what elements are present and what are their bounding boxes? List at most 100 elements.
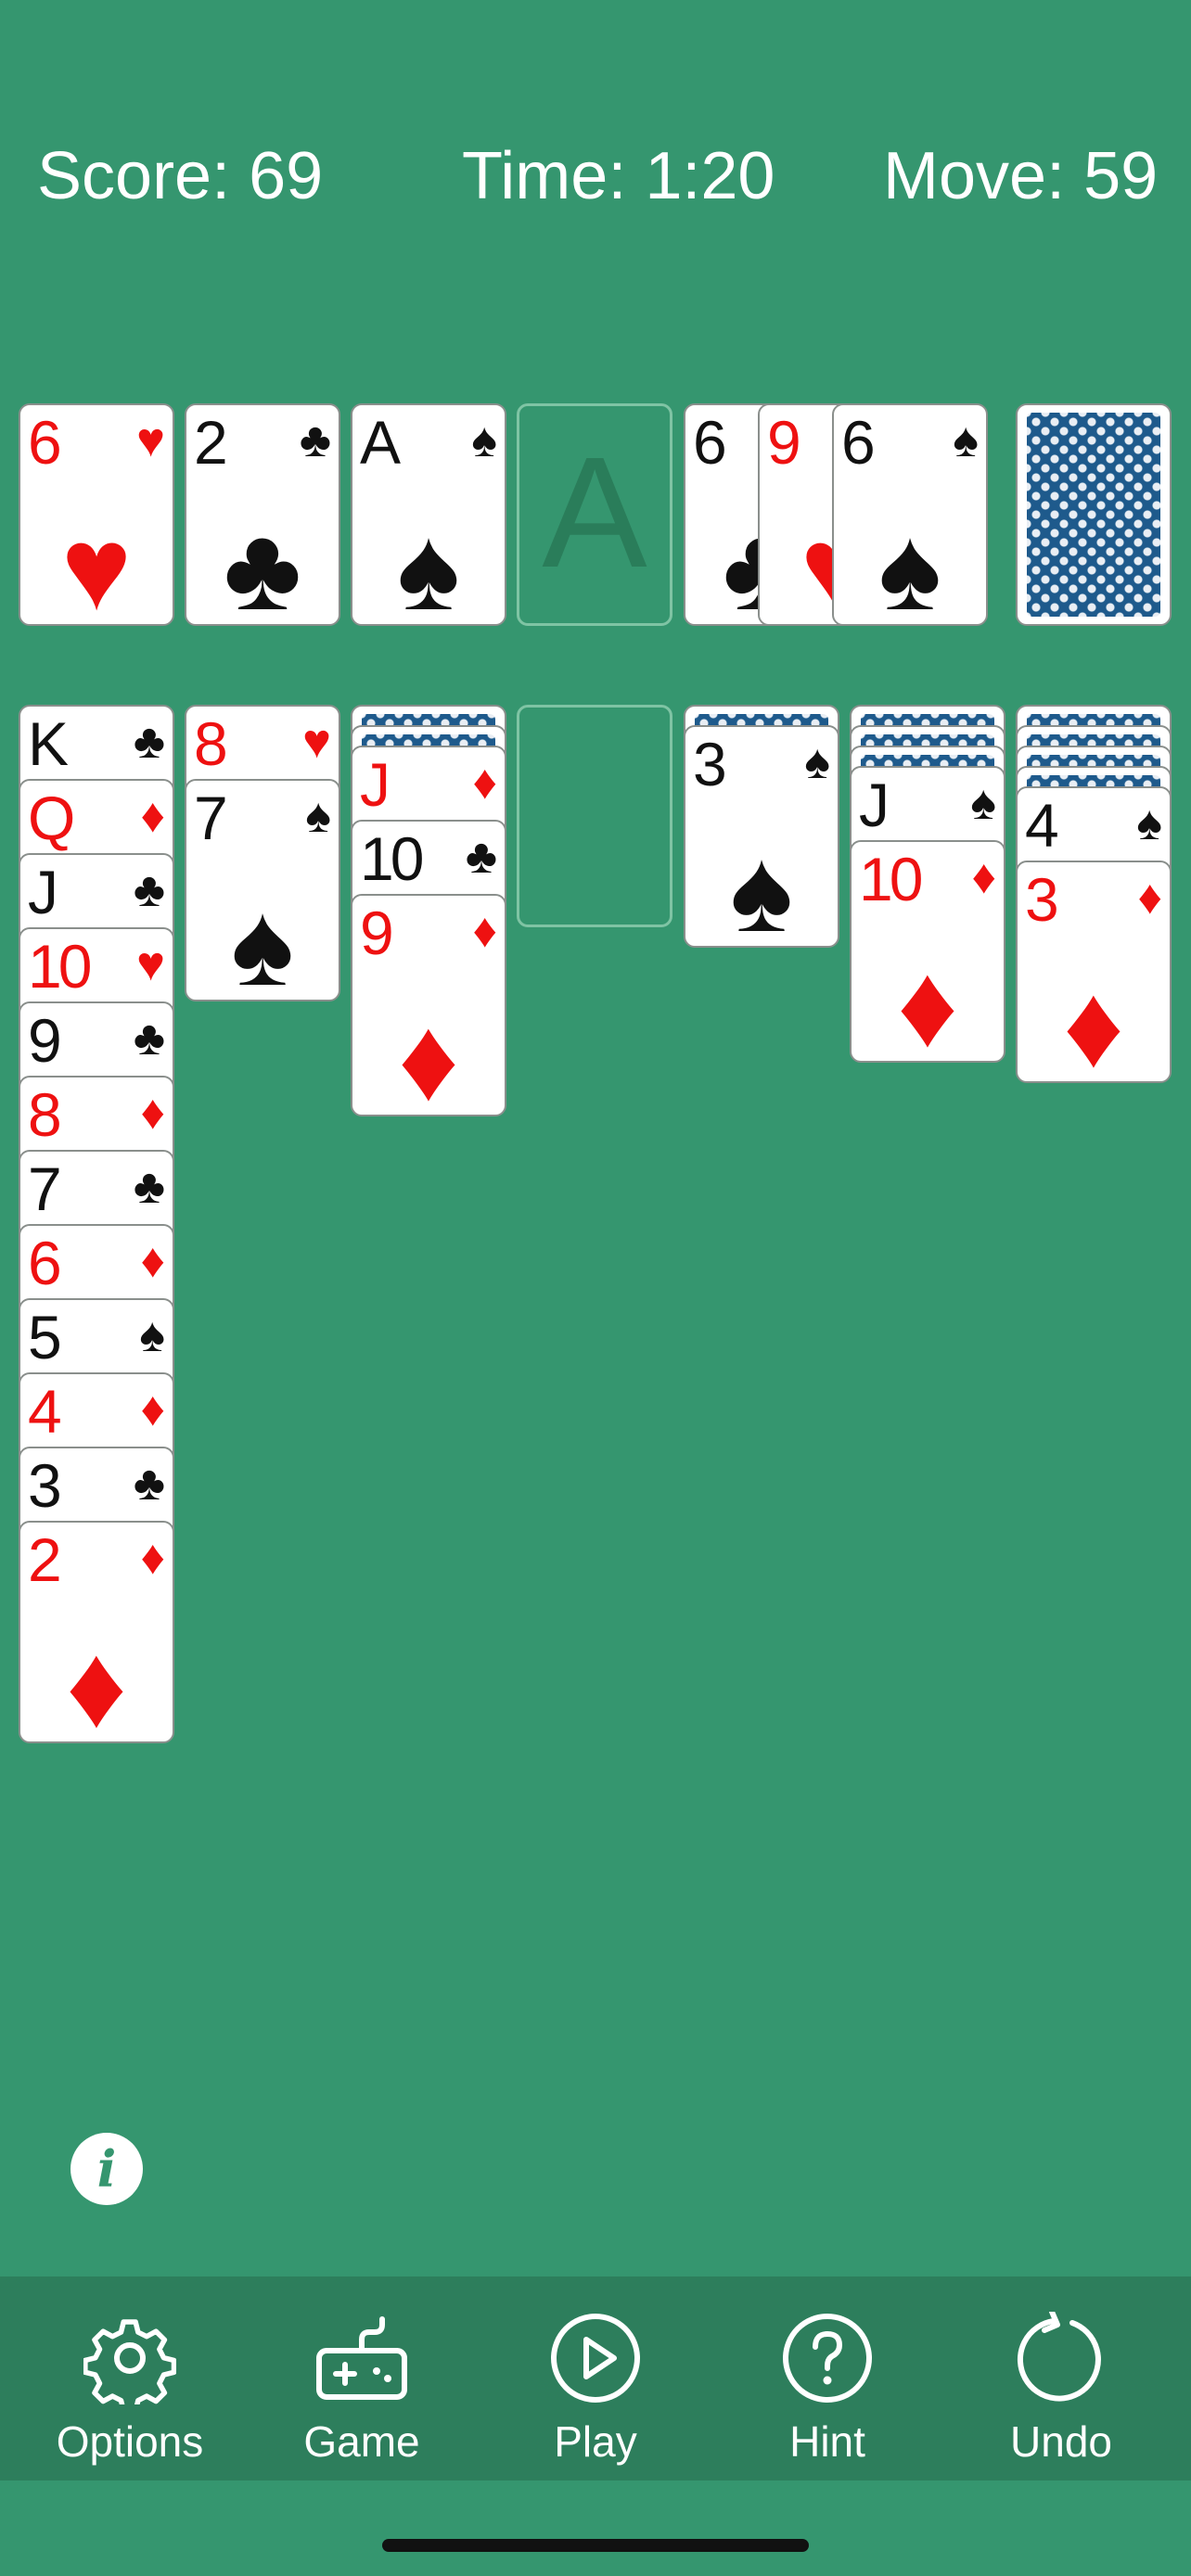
move-display: Move: 59 [883,139,1159,213]
card-rank: 9 [28,1006,62,1075]
hint-label: Hint [789,2417,865,2466]
card-suit-large-icon: ♠ [878,503,941,626]
card-suit-large-icon: ♦ [398,993,459,1116]
card-rank: 7 [194,784,228,852]
card-rank: 8 [194,709,228,778]
card-rank: 8 [28,1080,62,1149]
card-rank: J [859,771,890,839]
card-rank: 3 [693,730,727,798]
game-label: Game [303,2417,420,2466]
play-button[interactable]: Play [484,2276,707,2480]
bottom-toolbar: Options Game Play Hint Undo [0,2276,1191,2480]
game-button[interactable]: Game [250,2276,473,2480]
card-suit-icon: ♥ [302,715,331,769]
options-label: Options [56,2417,204,2466]
card-rank: 6 [28,1229,62,1297]
info-icon[interactable]: i [70,2133,143,2205]
card-suit-icon: ♦ [140,1234,165,1288]
card-suit-large-icon: ♥ [61,503,132,626]
card-suit-icon: ♦ [140,1086,165,1140]
card-rank: 10 [859,845,923,913]
card-rank: 2 [28,1525,62,1594]
card-suit-icon: ♥ [136,414,165,467]
tableau-slot-empty[interactable] [517,705,672,927]
card-suit-icon: ♠ [1136,797,1162,850]
hint-button[interactable]: Hint [716,2276,939,2480]
card-rank: 7 [28,1154,62,1223]
tableau-card[interactable]: 9 ♦ ♦ [351,894,506,1116]
card-suit-icon: ♦ [140,1383,165,1436]
card-suit-icon: ♣ [133,1160,165,1214]
card-suit-icon: ♣ [133,1012,165,1065]
card-rank: 5 [28,1303,62,1371]
card-rank: 4 [1025,791,1059,860]
card-rank: 10 [28,932,92,1001]
foundation-card[interactable]: 2 ♣ ♣ [185,403,340,626]
tableau-card[interactable]: 7 ♠ ♠ [185,779,340,1001]
undo-icon [1017,2312,1101,2402]
undo-button[interactable]: Undo [950,2276,1172,2480]
card-suit-icon: ♣ [299,414,331,467]
home-indicator [382,2539,809,2552]
card-rank: 2 [194,408,228,477]
card-suit-icon: ♣ [465,830,497,884]
card-suit-icon: ♦ [1137,871,1162,925]
tableau-card[interactable]: 3 ♦ ♦ [1016,861,1172,1083]
card-suit-icon: ♣ [133,863,165,917]
waste-card[interactable]: 6 ♠ ♠ [832,403,988,626]
card-suit-icon: ♠ [471,414,497,467]
card-rank: K [28,709,69,778]
card-rank: 10 [360,824,424,893]
card-rank: 9 [767,408,801,477]
card-rank: Q [28,784,75,852]
card-suit-icon: ♠ [139,1308,165,1362]
card-rank: J [28,858,58,926]
hint-icon [783,2314,872,2403]
card-suit-large-icon: ♠ [231,878,294,1001]
card-rank: 6 [28,408,62,477]
card-suit-icon: ♠ [953,414,979,467]
card-rank: 3 [1025,865,1059,934]
gamepad-icon [316,2316,407,2400]
foundation-placeholder: A [542,425,647,601]
time-display: Time: 1:20 [462,139,775,213]
card-suit-icon: ♠ [305,789,331,843]
card-suit-large-icon: ♦ [1063,960,1124,1083]
foundation-slot-empty[interactable]: A [517,403,672,626]
card-suit-icon: ♦ [140,789,165,843]
foundation-card[interactable]: A ♠ ♠ [351,403,506,626]
card-suit-large-icon: ♠ [397,503,460,626]
card-suit-large-icon: ♦ [897,939,958,1063]
card-suit-icon: ♠ [804,735,830,789]
card-suit-icon: ♦ [140,1531,165,1585]
stock-pile[interactable] [1016,403,1172,626]
card-suit-icon: ♣ [133,1457,165,1511]
card-suit-icon: ♦ [472,756,497,810]
card-rank: 9 [360,899,394,967]
card-back-pattern [1027,413,1160,617]
card-rank: 6 [693,408,727,477]
card-rank: 3 [28,1451,62,1520]
play-label: Play [554,2417,637,2466]
card-suit-icon: ♦ [971,850,996,904]
card-suit-large-icon: ♦ [66,1620,127,1743]
foundation-card[interactable]: 6 ♥ ♥ [19,403,174,626]
card-suit-icon: ♠ [970,776,996,830]
card-rank: A [360,408,401,477]
card-rank: 6 [841,408,876,477]
tableau-card[interactable]: 3 ♠ ♠ [684,725,839,948]
card-suit-icon: ♣ [133,715,165,769]
tableau-card[interactable]: 2 ♦ ♦ [19,1521,174,1743]
gear-icon [83,2319,176,2404]
card-suit-large-icon: ♠ [730,824,793,948]
card-rank: J [360,750,391,819]
tableau-card[interactable]: 10 ♦ ♦ [850,840,1005,1063]
card-suit-icon: ♦ [472,904,497,958]
undo-label: Undo [1010,2417,1112,2466]
card-rank: 4 [28,1377,62,1446]
options-button[interactable]: Options [19,2276,241,2480]
card-suit-icon: ♥ [136,937,165,991]
score-display: Score: 69 [37,139,324,213]
card-suit-large-icon: ♣ [224,503,301,626]
play-icon [551,2314,640,2403]
